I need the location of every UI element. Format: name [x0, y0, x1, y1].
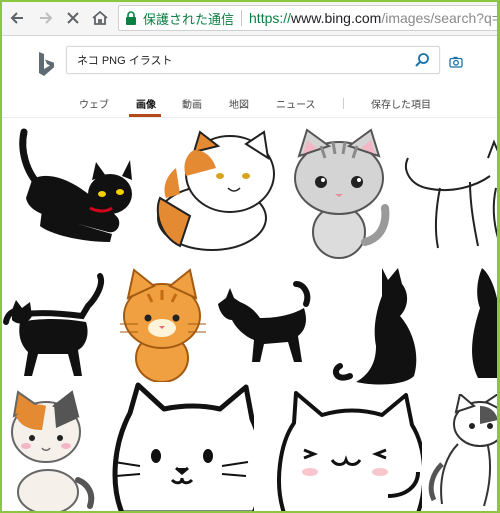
- image-result-calico-cat-crouching[interactable]: [8, 388, 96, 513]
- image-result-gray-tabby-kitten[interactable]: [285, 124, 393, 261]
- image-result-black-cat-silhouette-partial[interactable]: [452, 262, 500, 386]
- image-results-grid: [0, 124, 500, 513]
- image-result-white-cat-outline[interactable]: [400, 132, 500, 261]
- search-icon[interactable]: [414, 52, 430, 68]
- tab-videos[interactable]: 動画: [182, 96, 202, 111]
- image-result-black-cat-silhouette-stretch[interactable]: [214, 274, 318, 374]
- bing-logo[interactable]: [37, 51, 57, 77]
- tab-web[interactable]: ウェブ: [79, 96, 109, 111]
- image-result-black-cat-stretching[interactable]: [2, 124, 146, 261]
- home-icon: [92, 10, 108, 25]
- image-result-white-cat-face-closeup[interactable]: [108, 382, 254, 513]
- image-result-orange-tabby-cat[interactable]: [114, 266, 212, 382]
- search-vertical-tabs: ウェブ 画像 動画 地図 ニュース 保存した項目: [0, 92, 500, 118]
- stop-button[interactable]: [61, 6, 85, 30]
- tab-saved[interactable]: 保存した項目: [371, 96, 431, 111]
- image-result-white-cat-standing[interactable]: [428, 394, 500, 513]
- home-button[interactable]: [88, 6, 112, 30]
- back-button[interactable]: [5, 6, 29, 30]
- browser-toolbar: 保護された通信 https://www.bing.com/images/sear…: [0, 0, 500, 36]
- lock-icon: [126, 11, 136, 25]
- tab-divider: [343, 98, 344, 109]
- image-result-white-cat-smiling[interactable]: [268, 386, 422, 513]
- search-input[interactable]: [77, 47, 407, 73]
- tab-images[interactable]: 画像: [136, 96, 156, 111]
- active-tab-underline: [129, 114, 161, 117]
- image-result-black-cat-silhouette-walking[interactable]: [2, 270, 108, 380]
- url-path: /images/search?q=: [381, 10, 500, 26]
- close-icon: [67, 12, 79, 24]
- tab-maps[interactable]: 地図: [229, 96, 249, 111]
- secure-connection-label: 保護された通信: [143, 11, 235, 27]
- camera-icon[interactable]: [449, 56, 463, 68]
- tab-news[interactable]: ニュース: [276, 96, 316, 111]
- search-box: [66, 46, 440, 74]
- image-result-black-cat-silhouette-sitting[interactable]: [330, 264, 422, 386]
- address-divider: [241, 10, 243, 26]
- forward-arrow-icon: [40, 12, 53, 24]
- address-bar[interactable]: 保護された通信 https://www.bing.com/images/sear…: [118, 5, 500, 31]
- url-host: www.bing.com: [291, 10, 382, 26]
- forward-button[interactable]: [34, 6, 58, 30]
- url-protocol: https://: [249, 10, 292, 26]
- image-result-calico-cat-sitting[interactable]: [150, 128, 278, 254]
- back-arrow-icon: [10, 12, 23, 24]
